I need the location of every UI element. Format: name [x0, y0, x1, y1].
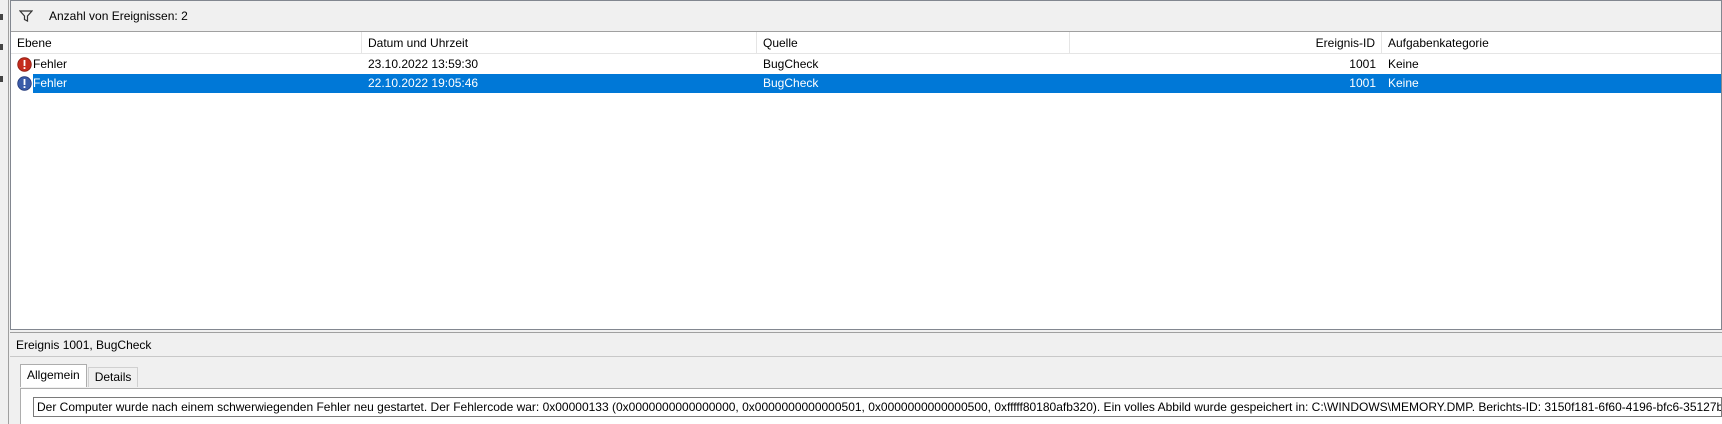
- event-description[interactable]: Der Computer wurde nach einem schwerwieg…: [33, 397, 1722, 417]
- cell-event-id: 1001: [1349, 57, 1376, 71]
- cell-datetime: 23.10.2022 13:59:30: [368, 57, 479, 71]
- event-list[interactable]: Ebene Datum und Uhrzeit Quelle Ereignis-…: [11, 32, 1721, 328]
- table-row-selected[interactable]: Fehler 22.10.2022 19:05:46 BugCheck 1001…: [11, 74, 1721, 93]
- strip-marker: [0, 44, 3, 50]
- column-headers: Ebene Datum und Uhrzeit Quelle Ereignis-…: [11, 32, 1721, 54]
- filter-icon[interactable]: [13, 1, 39, 32]
- table-row[interactable]: Fehler 23.10.2022 13:59:30 BugCheck 1001…: [11, 55, 1721, 74]
- event-detail-pane: Ereignis 1001, BugCheck Allgemein Detail…: [10, 332, 1722, 424]
- column-header-source[interactable]: Quelle: [757, 32, 1070, 54]
- column-header-level[interactable]: Ebene: [11, 32, 362, 54]
- tab-general[interactable]: Allgemein: [20, 364, 87, 387]
- event-count-label: Anzahl von Ereignissen: 2: [49, 9, 188, 23]
- cell-level: Fehler: [33, 76, 68, 90]
- column-header-task-category[interactable]: Aufgabenkategorie: [1382, 32, 1721, 54]
- left-navigation-strip: [0, 0, 9, 424]
- event-detail-title: Ereignis 1001, BugCheck: [10, 333, 1722, 357]
- cell-level: Fehler: [33, 57, 68, 71]
- column-header-datetime[interactable]: Datum und Uhrzeit: [362, 32, 757, 54]
- column-header-event-id[interactable]: Ereignis-ID: [1070, 32, 1382, 54]
- detail-tabs: Allgemein Details: [20, 364, 139, 387]
- strip-marker: [0, 14, 3, 20]
- general-tab-content: Der Computer wurde nach einem schwerwieg…: [20, 388, 1722, 424]
- events-pane: Anzahl von Ereignissen: 2 Ebene Datum un…: [10, 0, 1722, 330]
- error-icon: [17, 57, 32, 72]
- error-icon: [17, 76, 32, 91]
- selection-highlight: [33, 74, 1721, 93]
- tab-details[interactable]: Details: [87, 367, 139, 387]
- cell-source: BugCheck: [763, 76, 819, 90]
- filter-bar: Anzahl von Ereignissen: 2: [11, 1, 1721, 32]
- cell-source: BugCheck: [763, 57, 819, 71]
- cell-task-category: Keine: [1388, 76, 1419, 90]
- strip-marker: [0, 76, 3, 82]
- cell-task-category: Keine: [1388, 57, 1419, 71]
- cell-datetime: 22.10.2022 19:05:46: [368, 76, 479, 90]
- cell-event-id: 1001: [1349, 76, 1376, 90]
